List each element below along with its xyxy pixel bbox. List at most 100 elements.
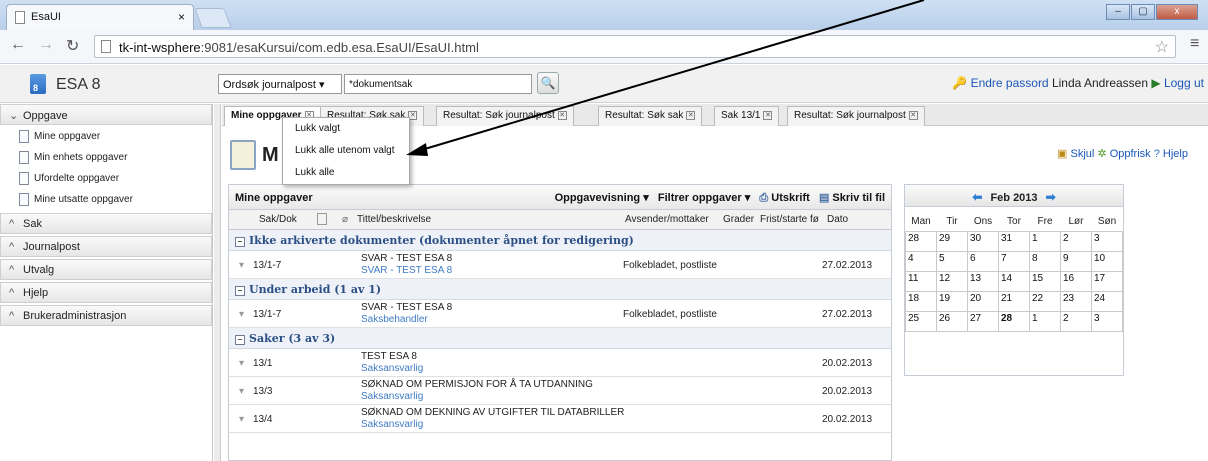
col-avsender[interactable]: Avsender/mottaker — [625, 214, 709, 225]
back-arrow-icon[interactable]: ← — [10, 36, 26, 54]
row-expand-icon[interactable]: ▾ — [239, 414, 244, 425]
calendar-day[interactable]: 15 — [1029, 270, 1061, 292]
col-grader[interactable]: Grader — [723, 214, 754, 225]
table-row[interactable]: ▾ 13/4 SØKNAD OM DEKNING AV UTGIFTER TIL… — [229, 405, 891, 433]
search-button[interactable]: 🔍 — [537, 72, 559, 94]
calendar-day[interactable]: 3 — [1091, 230, 1123, 252]
calendar-day[interactable]: 1 — [1029, 230, 1061, 252]
table-row[interactable]: ▾ 13/1-7 SVAR - TEST ESA 8 Saksbehandler… — [229, 300, 891, 328]
reload-icon[interactable]: ↻ — [66, 36, 79, 56]
refresh-link[interactable]: Oppfrisk — [1110, 148, 1151, 160]
menu-icon[interactable]: ≡ — [1190, 35, 1199, 53]
sidebar-section-oppgave[interactable]: ⌄ Oppgave — [0, 104, 212, 125]
calendar-day[interactable]: 6 — [967, 250, 999, 272]
sidebar-section-utvalg[interactable]: ^ Utvalg — [0, 259, 212, 280]
calendar-day[interactable]: 19 — [936, 290, 968, 312]
calendar-day[interactable]: 2 — [1060, 310, 1092, 332]
tab-resultat-sok-journalpost[interactable]: Resultat: Søk journalpost ✕ — [436, 106, 574, 126]
sidebar-section-hjelp[interactable]: ^ Hjelp — [0, 282, 212, 303]
calendar-day[interactable]: 22 — [1029, 290, 1061, 312]
calendar-day[interactable]: 12 — [936, 270, 968, 292]
hide-link[interactable]: Skjul — [1071, 148, 1095, 160]
url-input[interactable]: tk-int-wsphere:9081/esaKursui/com.edb.es… — [94, 35, 1176, 58]
calendar-day[interactable]: 18 — [905, 290, 937, 312]
calendar-day[interactable]: 8 — [1029, 250, 1061, 272]
sidebar-section-journalpost[interactable]: ^ Journalpost — [0, 236, 212, 257]
forward-arrow-icon[interactable]: → — [38, 36, 54, 54]
table-row[interactable]: ▾ 13/1 TEST ESA 8 Saksansvarlig 20.02.20… — [229, 349, 891, 377]
calendar-day[interactable]: 5 — [936, 250, 968, 272]
sidebar-section-sak[interactable]: ^ Sak — [0, 213, 212, 234]
close-icon[interactable]: ✕ — [557, 110, 567, 120]
table-row[interactable]: ▾ 13/1-7 SVAR - TEST ESA 8 SVAR - TEST E… — [229, 251, 891, 279]
col-dato[interactable]: Dato — [827, 214, 848, 225]
browser-tab[interactable]: EsaUI × — [6, 4, 194, 30]
calendar-day[interactable]: 27 — [967, 310, 999, 332]
calendar-day[interactable]: 1 — [1029, 310, 1061, 332]
group-header[interactable]: – Under arbeid (1 av 1) — [229, 279, 891, 300]
filter-dropdown[interactable]: Filtrer oppgaver ▾ — [658, 192, 750, 204]
calendar-day[interactable]: 14 — [998, 270, 1030, 292]
search-input[interactable]: *dokumentsak — [344, 74, 532, 94]
col-tittel[interactable]: Tittel/beskrivelse — [357, 214, 431, 225]
search-type-select[interactable]: Ordsøk journalpost ▾ — [218, 74, 342, 94]
close-window-button[interactable]: x — [1156, 4, 1198, 20]
calendar-day[interactable]: 28 — [905, 230, 937, 252]
help-link[interactable]: Hjelp — [1163, 148, 1188, 160]
minimize-button[interactable]: – — [1106, 4, 1130, 20]
calendar-day[interactable]: 16 — [1060, 270, 1092, 292]
collapse-icon[interactable]: – — [235, 286, 245, 296]
sidebar-item-ufordelte-oppgaver[interactable]: Ufordelte oppgaver — [0, 169, 212, 190]
calendar-day[interactable]: 11 — [905, 270, 937, 292]
calendar-day[interactable]: 23 — [1060, 290, 1092, 312]
print-button[interactable]: Utskrift — [771, 192, 810, 204]
close-icon[interactable]: ✕ — [763, 110, 773, 120]
row-expand-icon[interactable]: ▾ — [239, 386, 244, 397]
calendar-day[interactable]: 21 — [998, 290, 1030, 312]
collapse-icon[interactable]: – — [235, 237, 245, 247]
sidebar-section-brukeradministrasjon[interactable]: ^ Brukeradministrasjon — [0, 305, 212, 326]
group-header[interactable]: – Saker (3 av 3) — [229, 328, 891, 349]
prev-month-arrow-icon[interactable]: ⬅ — [972, 190, 982, 204]
sidebar-item-mine-oppgaver[interactable]: Mine oppgaver — [0, 127, 212, 148]
table-row[interactable]: ▾ 13/3 SØKNAD OM PERMISJON FOR Å TA UTDA… — [229, 377, 891, 405]
tab-sak-13-1[interactable]: Sak 13/1 ✕ — [714, 106, 780, 126]
collapse-icon[interactable]: – — [235, 335, 245, 345]
calendar-day[interactable]: 31 — [998, 230, 1030, 252]
col-frist[interactable]: Frist/starte fø — [760, 214, 819, 225]
sidebar-item-min-enhets-oppgaver[interactable]: Min enhets oppgaver — [0, 148, 212, 169]
menu-item-lukk-alle[interactable]: Lukk alle — [283, 162, 409, 184]
calendar-day[interactable]: 25 — [905, 310, 937, 332]
col-sak-dok[interactable]: Sak/Dok — [259, 214, 297, 225]
row-expand-icon[interactable]: ▾ — [239, 309, 244, 320]
calendar-day[interactable]: 24 — [1091, 290, 1123, 312]
change-password-link[interactable]: Endre passord — [971, 76, 1049, 90]
view-dropdown[interactable]: Oppgavevisning ▾ — [555, 192, 649, 204]
menu-item-lukk-alle-utenom-valgt[interactable]: Lukk alle utenom valgt — [283, 140, 409, 162]
calendar-day[interactable]: 26 — [936, 310, 968, 332]
calendar-day[interactable]: 29 — [936, 230, 968, 252]
close-icon[interactable]: ✕ — [686, 110, 696, 120]
maximize-button[interactable]: ▢ — [1131, 4, 1155, 20]
bookmark-star-icon[interactable]: ☆ — [1155, 37, 1169, 57]
next-month-arrow-icon[interactable]: ➡ — [1046, 190, 1056, 204]
calendar-day[interactable]: 13 — [967, 270, 999, 292]
calendar-day[interactable]: 10 — [1091, 250, 1123, 272]
close-tab-icon[interactable]: × — [178, 10, 185, 24]
calendar-day[interactable]: 20 — [967, 290, 999, 312]
close-icon[interactable]: ✕ — [908, 110, 918, 120]
calendar-day[interactable]: 3 — [1091, 310, 1123, 332]
logout-link[interactable]: Logg ut — [1164, 76, 1204, 90]
calendar-day-today[interactable]: 28 — [998, 310, 1030, 332]
new-tab-button[interactable] — [194, 8, 232, 28]
calendar-day[interactable]: 17 — [1091, 270, 1123, 292]
calendar-day[interactable]: 2 — [1060, 230, 1092, 252]
menu-item-lukk-valgt[interactable]: Lukk valgt — [283, 118, 409, 140]
row-expand-icon[interactable]: ▾ — [239, 358, 244, 369]
calendar-day[interactable]: 30 — [967, 230, 999, 252]
write-file-button[interactable]: Skriv til fil — [832, 192, 885, 204]
calendar-day[interactable]: 9 — [1060, 250, 1092, 272]
sidebar-item-mine-utsatte-oppgaver[interactable]: Mine utsatte oppgaver — [0, 190, 212, 211]
tab-resultat-sok-journalpost-2[interactable]: Resultat: Søk journalpost ✕ — [787, 106, 925, 126]
calendar-day[interactable]: 7 — [998, 250, 1030, 272]
